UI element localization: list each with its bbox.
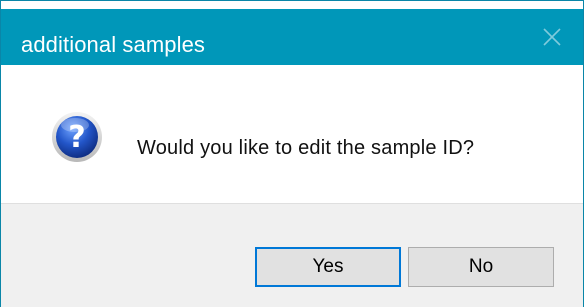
- dialog-content: ? Would you like to edit the sample ID?: [1, 65, 583, 203]
- close-button[interactable]: [521, 9, 583, 65]
- button-bar: Yes No: [1, 203, 583, 307]
- question-icon: ?: [52, 112, 102, 162]
- yes-button[interactable]: Yes: [255, 247, 401, 287]
- close-icon: [543, 28, 561, 46]
- window-title: additional samples: [21, 32, 206, 57]
- title-bar[interactable]: additional samples: [1, 1, 583, 65]
- dialog-message: Would you like to edit the sample ID?: [137, 137, 475, 159]
- dialog-window: additional samples ? Would you like to e…: [0, 0, 584, 307]
- svg-text:?: ?: [68, 120, 85, 155]
- no-button[interactable]: No: [408, 247, 554, 287]
